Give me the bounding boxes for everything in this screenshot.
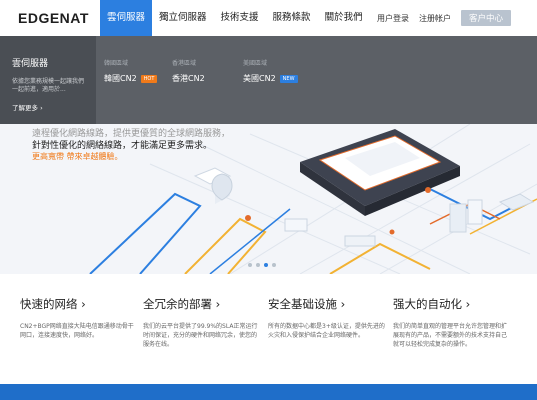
main-nav: 雲伺服器 獨立伺服器 技術支援 服務條款 關於我們 [100, 0, 370, 36]
login-link[interactable]: 用户登录 [377, 13, 409, 24]
dropdown-description: 依據您業務規模一起讓我們一起前進，適用於... [12, 78, 85, 93]
carousel-dot[interactable] [248, 263, 252, 267]
region-column-hongkong: 香港區域 香港CN2 [172, 58, 205, 84]
nav-item-dedicated-server[interactable]: 獨立伺服器 [152, 0, 214, 36]
client-center-button[interactable]: 客户中心 [460, 10, 511, 26]
header-account-links: 用户登录 注册帐户 客户中心 [377, 10, 511, 26]
menu-item-label: 美國CN2 [243, 74, 276, 83]
feature-redundant-deployment[interactable]: 全冗余的部署 › 我们的云平台提供了99.9%的SLA正常运行时间保证，充分的硬… [143, 296, 261, 349]
chevron-right-icon: › [340, 297, 346, 311]
site-logo[interactable]: EDGENAT [18, 10, 89, 26]
feature-description: 我们的简单直观的管理平台允许您管理和扩展现有的产品，不需要额外的技术支持自己就可… [393, 323, 508, 348]
feature-title: 安全基础设施 [268, 297, 337, 311]
feature-title: 强大的自动化 [393, 297, 462, 311]
chevron-right-icon: › [81, 297, 86, 311]
feature-fast-network[interactable]: 快速的网络 › CN2+BGP网络直接大陆电信跟通移动骨干网口，连接速度快，网络… [20, 296, 138, 340]
dropdown-intro-panel: 雲伺服器 依據您業務規模一起讓我們一起前進，適用於... 了解更多 › [0, 36, 96, 124]
feature-description: 所有的数据中心都是3+级认证，提供先进的火灾和入侵保护结合企业网络硬件。 [268, 323, 385, 339]
bottom-blue-band [0, 384, 537, 400]
cloud-server-dropdown-menu: 雲伺服器 依據您業務規模一起讓我們一起前進，適用於... 了解更多 › 韓國區域… [0, 36, 537, 124]
chevron-right-icon: › [465, 297, 471, 311]
feature-description: CN2+BGP网络直接大陆电信跟通移动骨干网口，连接速度快，网络好。 [20, 323, 134, 339]
register-link[interactable]: 注册帐户 [419, 13, 451, 24]
feature-automation[interactable]: 强大的自动化 › 我们的简单直观的管理平台允许您管理和扩展现有的产品，不需要额外… [393, 296, 511, 349]
nav-item-support[interactable]: 技術支援 [214, 0, 266, 36]
top-navigation-bar: EDGENAT 雲伺服器 獨立伺服器 技術支援 服務條款 關於我們 用户登录 注… [0, 0, 537, 37]
new-badge: NEW [279, 74, 298, 83]
nav-item-terms[interactable]: 服務條款 [266, 0, 318, 36]
region-column-usa: 美國區域 美國CN2 NEW [243, 58, 298, 84]
nav-item-about[interactable]: 關於我們 [318, 0, 370, 36]
carousel-dots [248, 263, 276, 267]
hot-badge: HOT [140, 74, 158, 83]
learn-more-link[interactable]: 了解更多 › [12, 102, 43, 112]
carousel-dot[interactable] [256, 263, 260, 267]
region-column-korea: 韓國區域 韓國CN2 HOT [104, 58, 158, 84]
nav-item-cloud-server[interactable]: 雲伺服器 [100, 0, 153, 36]
carousel-dot[interactable] [272, 263, 276, 267]
menu-item-hongkong-cn2[interactable]: 香港CN2 [172, 73, 205, 84]
feature-title: 全冗余的部署 [143, 297, 212, 311]
features-section: 快速的网络 › CN2+BGP网络直接大陆电信跟通移动骨干网口，连接速度快，网络… [0, 296, 537, 366]
hero-cta-link[interactable]: 更高寬帶 帶來卓越體驗。 [32, 151, 123, 162]
dropdown-title: 雲伺服器 [12, 59, 49, 69]
hero-headline: 遠程優化網路線路，提供更優質的全球網路服務， 針對性優化的網絡線路，才能滿足更多… [32, 128, 230, 152]
hero-line-1: 遠程優化網路線路，提供更優質的全球網路服務， [32, 129, 231, 139]
menu-item-label: 香港CN2 [172, 74, 205, 83]
region-label: 美國區域 [243, 60, 268, 67]
menu-item-label: 韓國CN2 [104, 74, 137, 83]
menu-item-usa-cn2[interactable]: 美國CN2 NEW [243, 73, 298, 84]
chevron-right-icon: › [215, 297, 221, 311]
feature-security-infrastructure[interactable]: 安全基础设施 › 所有的数据中心都是3+级认证，提供先进的火灾和入侵保护结合企业… [268, 296, 386, 340]
menu-item-korea-cn2[interactable]: 韓國CN2 HOT [104, 73, 158, 84]
hero-banner: 遠程優化網路線路，提供更優質的全球網路服務， 針對性優化的網絡線路，才能滿足更多… [0, 124, 537, 274]
region-label: 香港區域 [172, 60, 197, 67]
feature-description: 我们的云平台提供了99.9%的SLA正常运行时间保证，充分的硬件和网络冗余，使您… [143, 323, 258, 348]
feature-title: 快速的网络 [20, 297, 78, 311]
region-label: 韓國區域 [104, 60, 129, 67]
carousel-dot-active[interactable] [264, 263, 268, 267]
